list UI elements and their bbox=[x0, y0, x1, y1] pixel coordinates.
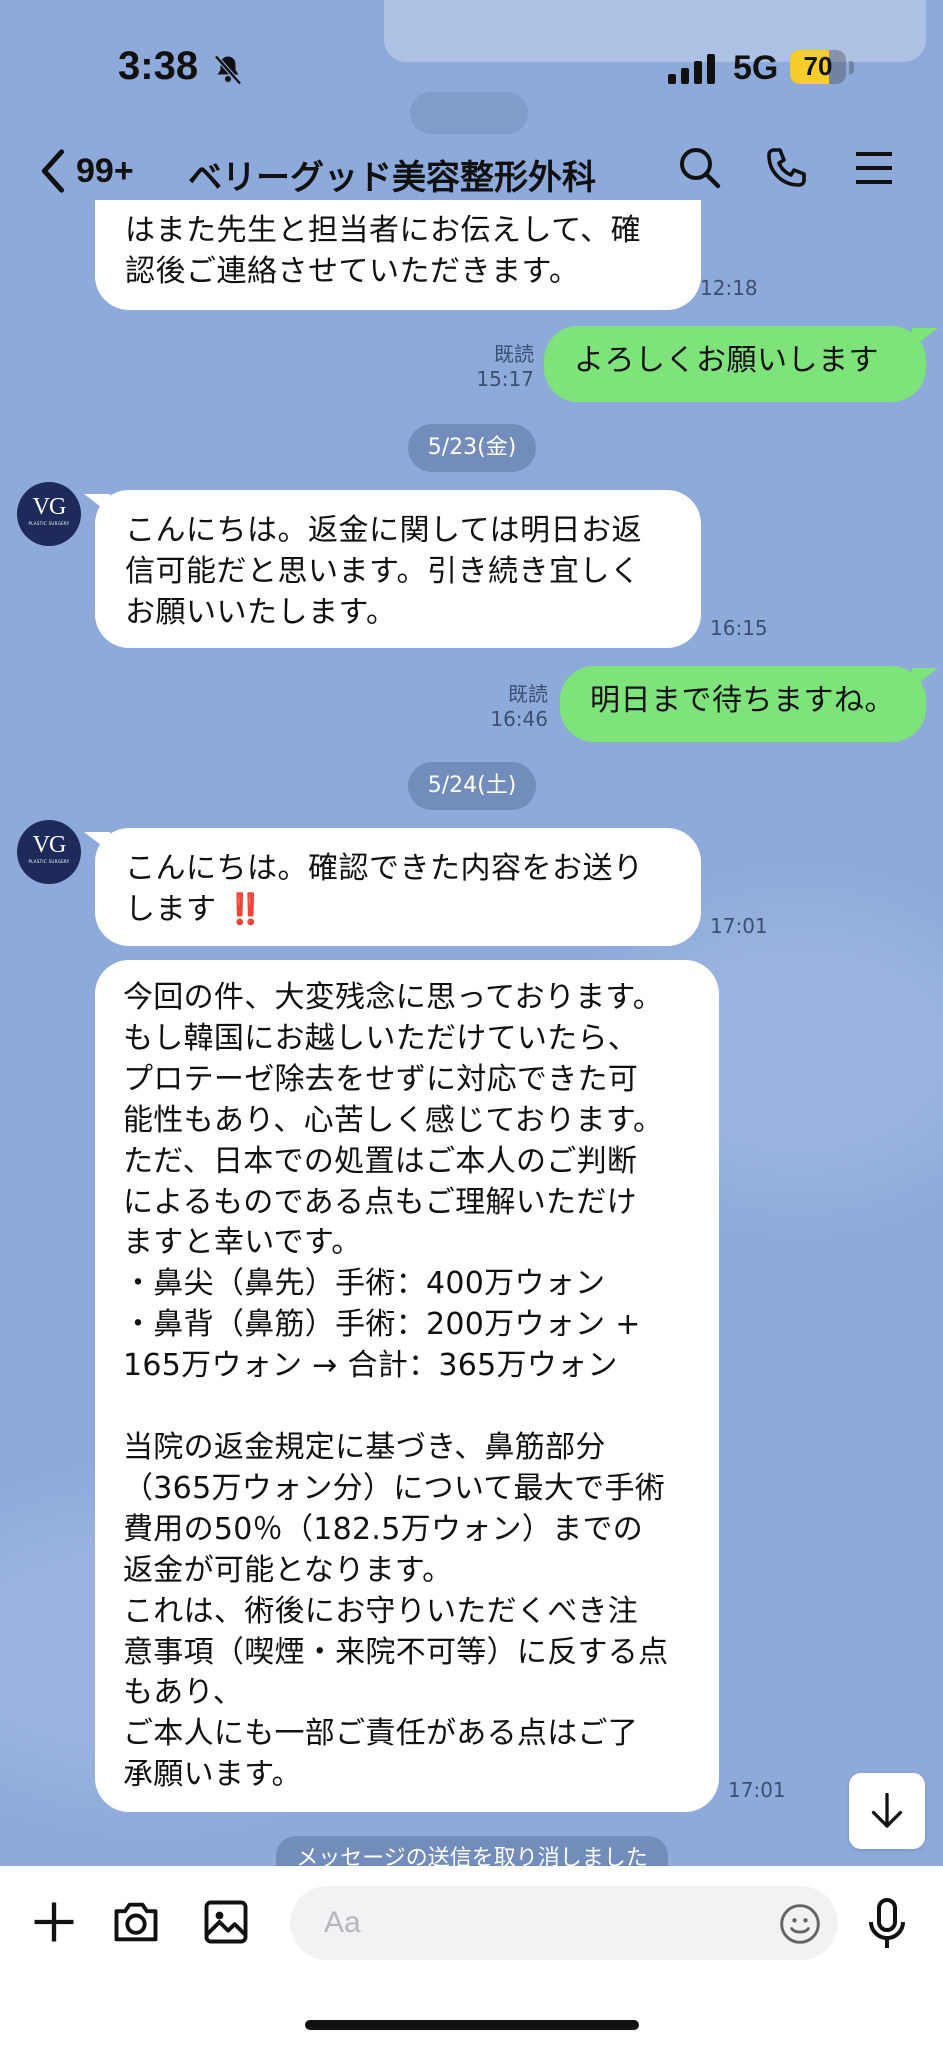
emoji-icon[interactable] bbox=[778, 1902, 822, 1946]
phone-icon[interactable] bbox=[762, 144, 810, 192]
network-label: 5G bbox=[733, 49, 779, 87]
avatar[interactable]: VG PLASTIC SURGERY bbox=[17, 482, 81, 546]
scroll-to-bottom-button[interactable] bbox=[849, 1773, 925, 1849]
arrow-down-icon bbox=[871, 1792, 903, 1828]
incoming-message[interactable]: こんにちは。返金に関しては明日お返 信可能だと思います。引き続き宜しく お願いい… bbox=[95, 490, 701, 648]
avatar[interactable]: VG PLASTIC SURGERY bbox=[17, 820, 81, 884]
avatar-subtitle: PLASTIC SURGERY bbox=[28, 521, 70, 526]
incoming-message[interactable]: はまた先生と担当者にお伝えして、確 認後ご連絡させていただきます。 bbox=[95, 200, 701, 310]
back-button[interactable]: 99+ bbox=[38, 148, 134, 194]
battery-tip bbox=[849, 61, 854, 74]
bubble-tail bbox=[912, 328, 938, 348]
incoming-message[interactable]: こんにちは。確認できた内容をお送り します ‼️ bbox=[95, 828, 701, 946]
signal-icon bbox=[668, 52, 715, 84]
double-exclamation-mark: ‼️ bbox=[226, 892, 265, 927]
battery-percent: 70 bbox=[803, 51, 833, 81]
message-time: 16:46 bbox=[490, 707, 548, 731]
message-text: こんにちは。確認できた内容をお送り します bbox=[125, 851, 644, 927]
date-separator: 5/23(金) bbox=[408, 424, 536, 472]
bubble-tail bbox=[912, 668, 938, 688]
avatar-initials: VG bbox=[32, 832, 67, 858]
status-bar: 3:38 5G 70 bbox=[0, 0, 943, 140]
chat-title: ベリーグッド美容整形外科 bbox=[188, 158, 596, 198]
unread-count: 99+ bbox=[76, 151, 134, 190]
menu-icon[interactable] bbox=[850, 144, 898, 192]
message-time: 12:18 bbox=[700, 276, 758, 300]
message-time: 17:01 bbox=[728, 1778, 786, 1802]
image-icon[interactable] bbox=[200, 1896, 252, 1948]
home-indicator bbox=[305, 2020, 639, 2030]
bell-slash-icon bbox=[214, 55, 242, 85]
ghost-date-pill bbox=[410, 92, 528, 134]
plus-icon[interactable] bbox=[28, 1896, 80, 1948]
message-time: 15:17 bbox=[476, 367, 534, 391]
read-receipt: 既読 15:17 bbox=[460, 342, 534, 392]
avatar-subtitle: PLASTIC SURGERY bbox=[28, 859, 70, 864]
message-input-bar bbox=[0, 1866, 943, 2048]
message-time: 16:15 bbox=[710, 616, 768, 640]
battery-icon: 70 bbox=[790, 50, 846, 84]
mic-icon[interactable] bbox=[862, 1896, 912, 1952]
camera-icon[interactable] bbox=[110, 1896, 162, 1948]
message-time: 17:01 bbox=[710, 914, 768, 938]
read-label: 既読 bbox=[508, 682, 548, 706]
outgoing-message[interactable]: 明日まで待ちますね。 bbox=[560, 666, 926, 742]
read-receipt: 既読 16:46 bbox=[474, 682, 548, 732]
avatar-initials: VG bbox=[32, 494, 67, 520]
back-chevron-icon bbox=[41, 149, 65, 193]
read-label: 既読 bbox=[494, 342, 534, 366]
incoming-message[interactable]: 今回の件、大変残念に思っております。 もし韓国にお越しいただけていたら、 プロテ… bbox=[95, 960, 719, 1812]
message-input[interactable] bbox=[290, 1886, 838, 1960]
date-separator: 5/24(土) bbox=[408, 762, 536, 810]
outgoing-message[interactable]: よろしくお願いします bbox=[544, 326, 926, 402]
search-icon[interactable] bbox=[676, 144, 724, 192]
status-time: 3:38 bbox=[118, 44, 199, 88]
